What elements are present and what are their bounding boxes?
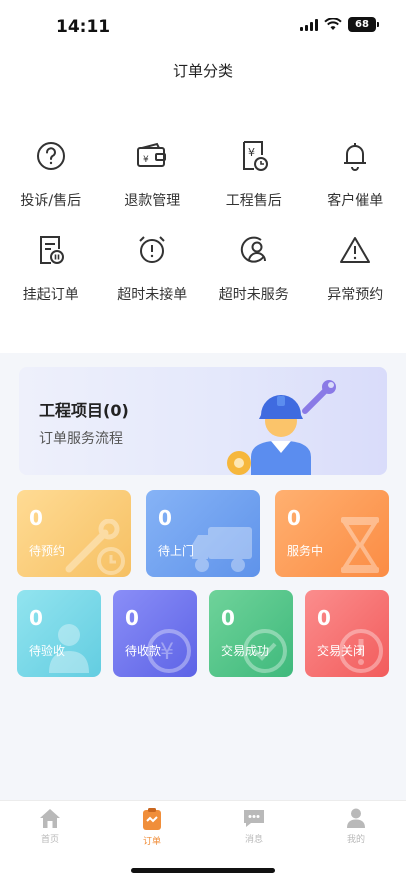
tab-label: 首页 bbox=[40, 835, 59, 845]
status-count: 0 bbox=[317, 606, 331, 630]
status-tile-in-service[interactable]: 0 服务中 bbox=[275, 490, 389, 577]
project-subtitle: 订单服务流程 bbox=[39, 431, 123, 447]
battery-icon: 68 bbox=[348, 17, 379, 32]
category-grid: 投诉/售后 ¥ 退款管理 ¥ 工程售后 客户催单 挂起订单 超时未接单 超时未服… bbox=[0, 138, 406, 304]
wallet-refund-icon: ¥ bbox=[134, 138, 170, 174]
status-tile-transaction-success[interactable]: 0 交易成功 bbox=[209, 590, 293, 677]
alarm-clock-icon bbox=[134, 232, 170, 268]
tab-label: 订单 bbox=[142, 837, 161, 847]
category-label: 超时未接单 bbox=[117, 287, 188, 303]
hourglass-icon bbox=[341, 517, 379, 573]
user-circle-icon bbox=[236, 232, 272, 268]
engineering-project-card[interactable]: 工程项目(0) 订单服务流程 bbox=[19, 367, 387, 475]
question-circle-icon bbox=[33, 138, 69, 174]
yuan-coin-icon: ¥ bbox=[147, 629, 191, 673]
tab-messages[interactable]: 消息 bbox=[224, 807, 284, 845]
status-tile-pending-payment[interactable]: 0 待收款 ¥ bbox=[113, 590, 197, 677]
status-time: 14:11 bbox=[56, 17, 111, 37]
status-tile-pending-acceptance[interactable]: 0 待验收 bbox=[17, 590, 101, 677]
project-title: 工程项目(0) bbox=[39, 401, 129, 420]
status-tile-pending-visit[interactable]: 0 待上门 bbox=[146, 490, 260, 577]
tab-orders[interactable]: 订单 bbox=[122, 807, 182, 847]
status-count: 0 bbox=[221, 606, 235, 630]
home-icon bbox=[40, 809, 60, 828]
category-label: 工程售后 bbox=[225, 193, 282, 209]
chat-icon bbox=[244, 810, 264, 827]
warning-triangle-icon bbox=[337, 232, 373, 268]
svg-text:¥: ¥ bbox=[143, 155, 149, 165]
person-icon bbox=[347, 808, 365, 828]
truck-icon bbox=[192, 527, 252, 572]
clipboard-icon bbox=[143, 808, 161, 830]
category-engineering-aftersale[interactable]: ¥ 工程售后 bbox=[203, 138, 305, 210]
status-tile-transaction-closed[interactable]: 0 交易关闭 bbox=[305, 590, 389, 677]
category-timeout-unserviced[interactable]: 超时未服务 bbox=[203, 232, 305, 304]
status-count: 0 bbox=[125, 606, 139, 630]
svg-text:¥: ¥ bbox=[248, 146, 255, 159]
status-bar: 14:11 68 bbox=[0, 0, 406, 52]
status-label: 待上门 bbox=[158, 544, 195, 558]
category-refund[interactable]: ¥ 退款管理 bbox=[102, 138, 204, 210]
category-label: 投诉/售后 bbox=[20, 193, 82, 209]
worker-illustration-icon bbox=[227, 380, 336, 475]
receipt-clock-icon: ¥ bbox=[236, 138, 272, 174]
status-icons: 68 bbox=[300, 17, 379, 32]
status-count: 0 bbox=[287, 506, 301, 530]
category-customer-urge[interactable]: 客户催单 bbox=[305, 138, 406, 210]
status-tile-pending-booking[interactable]: 0 待预约 bbox=[17, 490, 131, 577]
category-abnormal-booking[interactable]: 异常预约 bbox=[305, 232, 406, 304]
cellular-signal-icon bbox=[300, 18, 318, 31]
status-count: 0 bbox=[29, 606, 43, 630]
category-label: 异常预约 bbox=[327, 287, 384, 303]
home-indicator bbox=[131, 868, 275, 873]
wrench-icon bbox=[65, 519, 125, 575]
status-count: 0 bbox=[158, 506, 172, 530]
user-check-icon bbox=[49, 624, 89, 673]
category-timeout-unaccepted[interactable]: 超时未接单 bbox=[102, 232, 204, 304]
tab-profile[interactable]: 我的 bbox=[326, 807, 386, 845]
category-suspended[interactable]: 挂起订单 bbox=[0, 232, 102, 304]
category-complaint-aftersale[interactable]: 投诉/售后 bbox=[0, 138, 102, 210]
status-label: 待预约 bbox=[29, 544, 66, 558]
tab-label: 我的 bbox=[346, 835, 365, 845]
exclamation-circle-icon bbox=[339, 629, 383, 673]
check-circle-icon bbox=[243, 629, 287, 673]
category-label: 退款管理 bbox=[124, 193, 181, 209]
page-title: 订单分类 bbox=[172, 62, 233, 80]
category-label: 客户催单 bbox=[327, 193, 384, 209]
tab-home[interactable]: 首页 bbox=[20, 807, 80, 845]
status-label: 服务中 bbox=[287, 544, 324, 558]
bell-icon bbox=[337, 138, 373, 174]
paused-document-icon bbox=[33, 232, 69, 268]
status-count: 0 bbox=[29, 506, 43, 530]
tab-label: 消息 bbox=[244, 835, 263, 845]
category-label: 挂起订单 bbox=[22, 287, 79, 303]
wifi-icon bbox=[324, 18, 342, 30]
category-label: 超时未服务 bbox=[218, 287, 289, 303]
svg-text:¥: ¥ bbox=[160, 640, 174, 665]
